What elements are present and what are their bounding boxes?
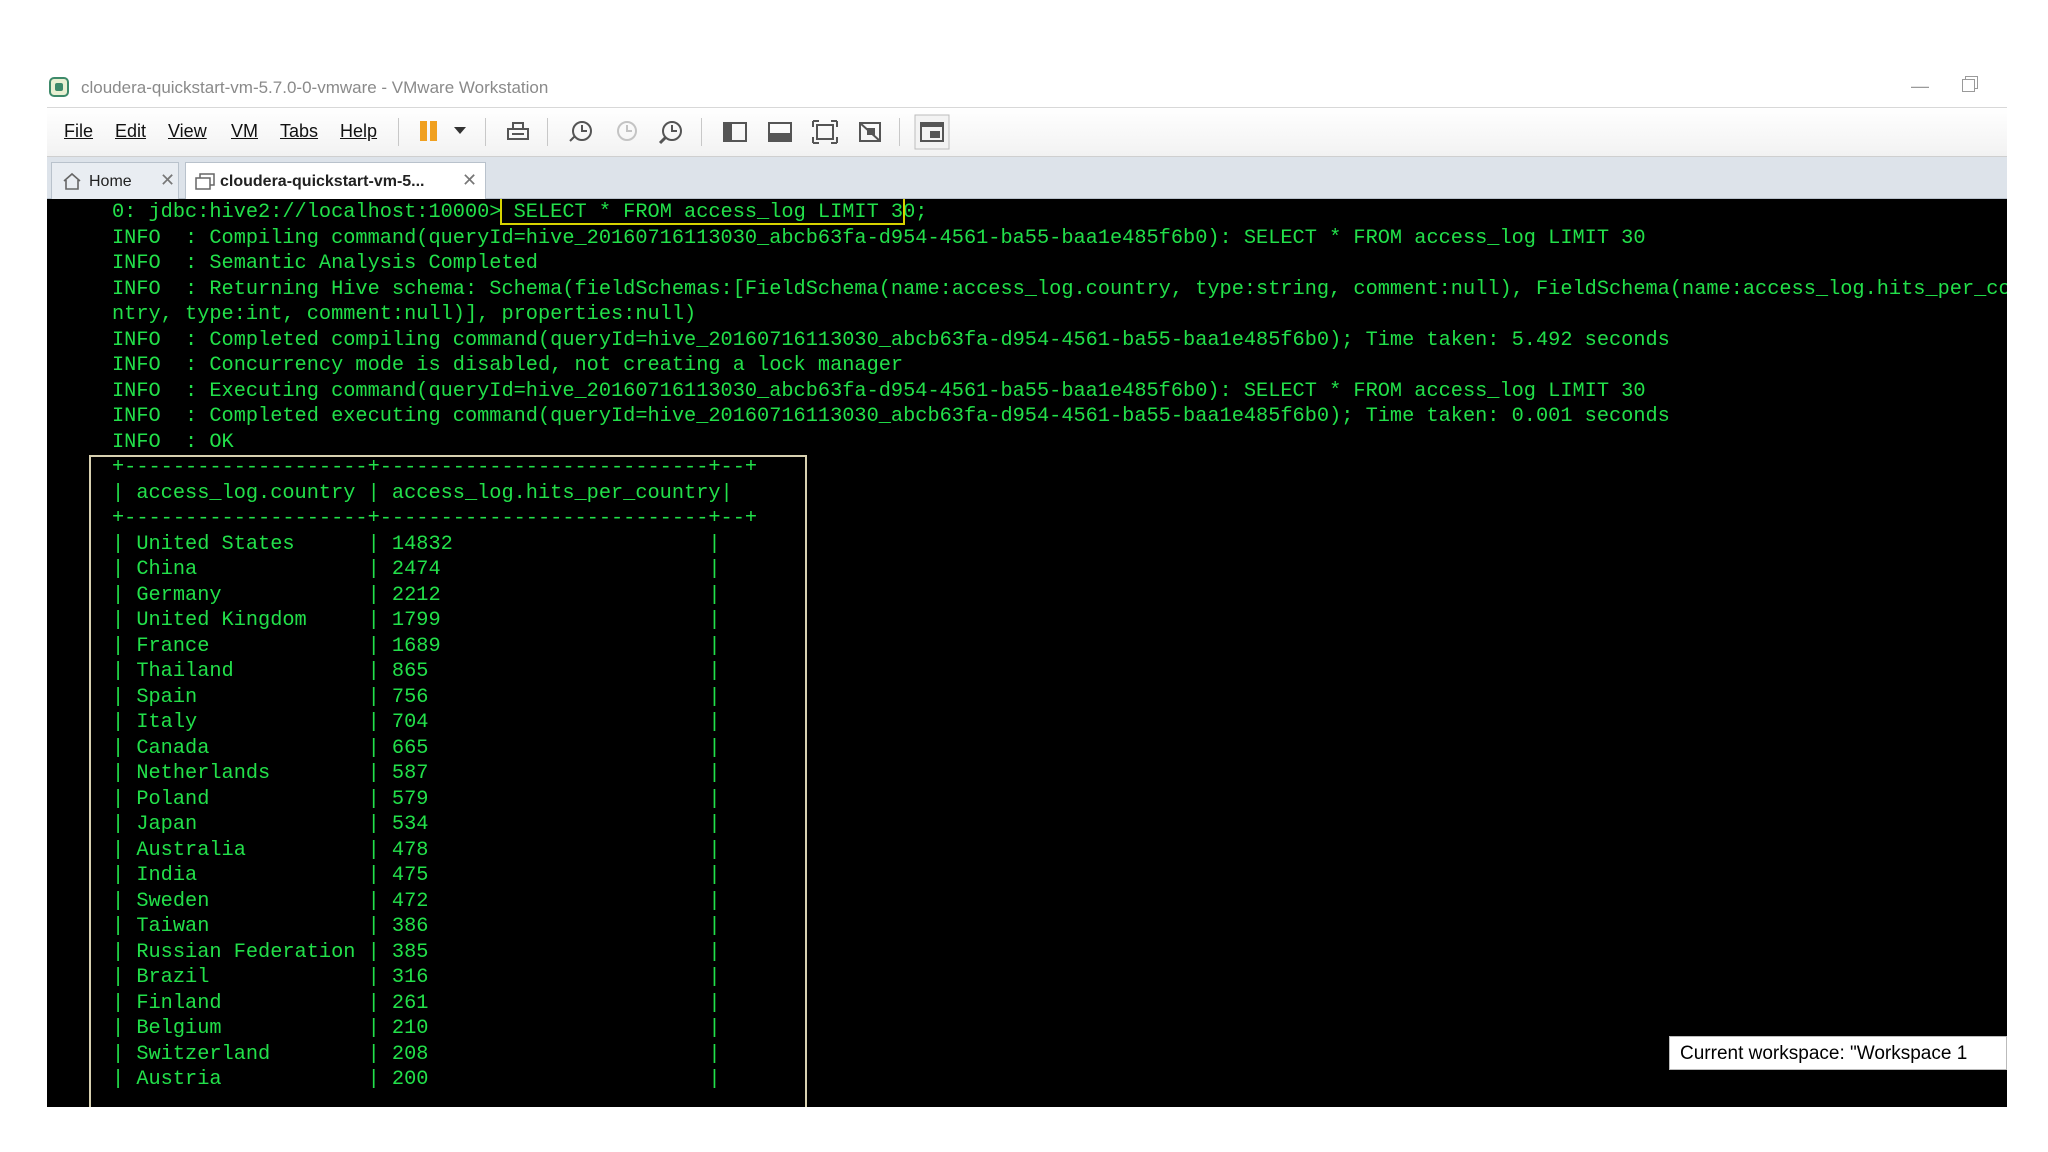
chevron-down-icon[interactable]	[454, 127, 466, 134]
menu-file[interactable]: File	[64, 121, 93, 142]
close-icon[interactable]: ✕	[160, 170, 175, 191]
close-icon[interactable]: ✕	[462, 170, 477, 191]
tab-vm-label: cloudera-quickstart-vm-5...	[220, 173, 425, 190]
library-icon[interactable]	[720, 117, 750, 147]
send-ctrl-alt-del-icon[interactable]	[503, 117, 533, 147]
menu-tabs[interactable]: Tabs	[280, 121, 318, 142]
menu-vm[interactable]: VM	[231, 121, 258, 142]
menu-help[interactable]: Help	[340, 121, 377, 142]
prompt: 0: jdbc:hive2://localhost:10000>	[112, 201, 502, 224]
revert-snapshot-icon[interactable]	[611, 117, 641, 147]
tab-home-label: Home	[89, 173, 132, 190]
restore-icon	[1961, 79, 1975, 92]
log-line: ntry, type:int, comment:null)], properti…	[112, 303, 697, 326]
vmware-window: cloudera-quickstart-vm-5.7.0-0-vmware - …	[47, 70, 2007, 1107]
log-line: INFO : Executing command(queryId=hive_20…	[112, 379, 1646, 403]
log-line: INFO : Concurrency mode is disabled, not…	[112, 354, 904, 377]
snapshot-icon[interactable]	[566, 117, 596, 147]
snapshot-manager-icon[interactable]	[656, 117, 686, 147]
toolbar-separator	[547, 118, 548, 146]
log-line: INFO : Semantic Analysis Completed	[112, 252, 538, 275]
log-line: INFO : Completed executing command(query…	[112, 405, 1670, 428]
pause-icon[interactable]	[416, 117, 446, 147]
menu-edit[interactable]: Edit	[115, 121, 146, 142]
terminal-console[interactable]: 0: jdbc:hive2://localhost:10000> SELECT …	[47, 199, 2007, 1107]
toolbar-separator	[485, 118, 486, 146]
window-title: cloudera-quickstart-vm-5.7.0-0-vmware - …	[81, 78, 549, 97]
title-bar: cloudera-quickstart-vm-5.7.0-0-vmware - …	[47, 70, 2007, 107]
log-line: INFO : Returning Hive schema: Schema(fie…	[112, 277, 2007, 301]
log-line: INFO : Completed compiling command(query…	[112, 328, 1670, 352]
full-screen-icon[interactable]	[810, 117, 840, 147]
minimize-button[interactable]: —	[1905, 74, 1935, 98]
toolbar-separator	[899, 118, 900, 146]
menu-view[interactable]: View	[168, 121, 207, 142]
workspace-tooltip: Current workspace: "Workspace 1	[1669, 1036, 2007, 1070]
toolbar-separator	[701, 118, 702, 146]
command-highlight-box	[500, 199, 905, 225]
quick-switch-icon[interactable]	[914, 114, 950, 150]
tab-bar: Home ✕ cloudera-quickstart-vm-5... ✕	[47, 157, 2007, 199]
toolbar-separator	[398, 118, 399, 146]
menu-bar: File Edit View VM Tabs Help	[47, 107, 2007, 157]
unity-icon[interactable]	[855, 117, 885, 147]
log-line: INFO : Compiling command(queryId=hive_20…	[112, 226, 1646, 250]
table-highlight-box	[89, 455, 807, 1107]
console-view-icon[interactable]	[765, 117, 795, 147]
tab-home[interactable]: Home ✕	[51, 162, 179, 199]
restore-button[interactable]	[1953, 74, 1983, 98]
vm-icon	[195, 173, 215, 190]
home-icon	[63, 172, 81, 190]
vmware-app-icon	[49, 77, 69, 97]
log-line: INFO : OK	[112, 430, 234, 454]
tab-vm[interactable]: cloudera-quickstart-vm-5... ✕	[185, 162, 486, 199]
